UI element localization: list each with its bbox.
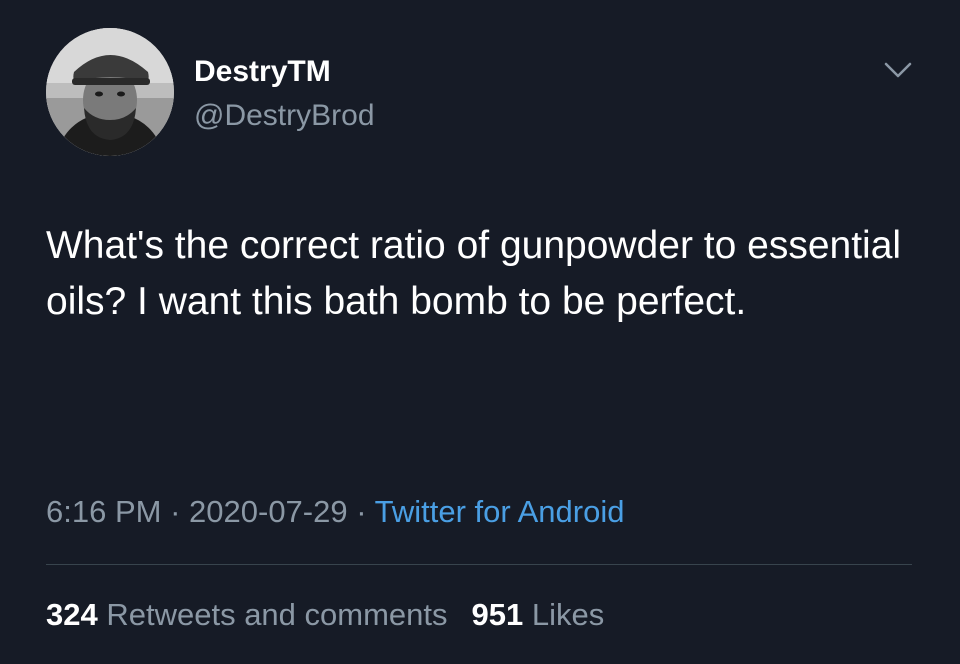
likes-label: Likes xyxy=(531,597,605,632)
chevron-down-icon[interactable] xyxy=(880,56,916,84)
tweet-meta: 6:16 PM · 2020-07-29 · Twitter for Andro… xyxy=(46,492,624,532)
likes-link[interactable]: 951 Likes xyxy=(472,597,605,632)
meta-separator: · xyxy=(356,494,367,529)
tweet-date[interactable]: 2020-07-29 xyxy=(189,494,348,529)
tweet-source-link[interactable]: Twitter for Android xyxy=(375,494,625,529)
tweet-stats: 324 Retweets and comments 951 Likes xyxy=(46,595,604,635)
display-name[interactable]: DestryTM xyxy=(194,54,331,90)
retweets-link[interactable]: 324 Retweets and comments xyxy=(46,597,448,632)
tweet-card: DestryTM @DestryBrod What's the correct … xyxy=(0,0,960,664)
tweet-time[interactable]: 6:16 PM xyxy=(46,494,161,529)
divider xyxy=(46,564,912,565)
likes-count: 951 xyxy=(471,597,524,632)
retweets-count: 324 xyxy=(46,597,98,632)
user-avatar-photo xyxy=(46,28,174,156)
meta-separator: · xyxy=(170,494,181,529)
user-handle[interactable]: @DestryBrod xyxy=(194,98,375,134)
avatar[interactable] xyxy=(46,28,174,156)
retweets-label: Retweets and comments xyxy=(106,597,448,632)
tweet-text: What's the correct ratio of gunpowder to… xyxy=(46,224,902,323)
